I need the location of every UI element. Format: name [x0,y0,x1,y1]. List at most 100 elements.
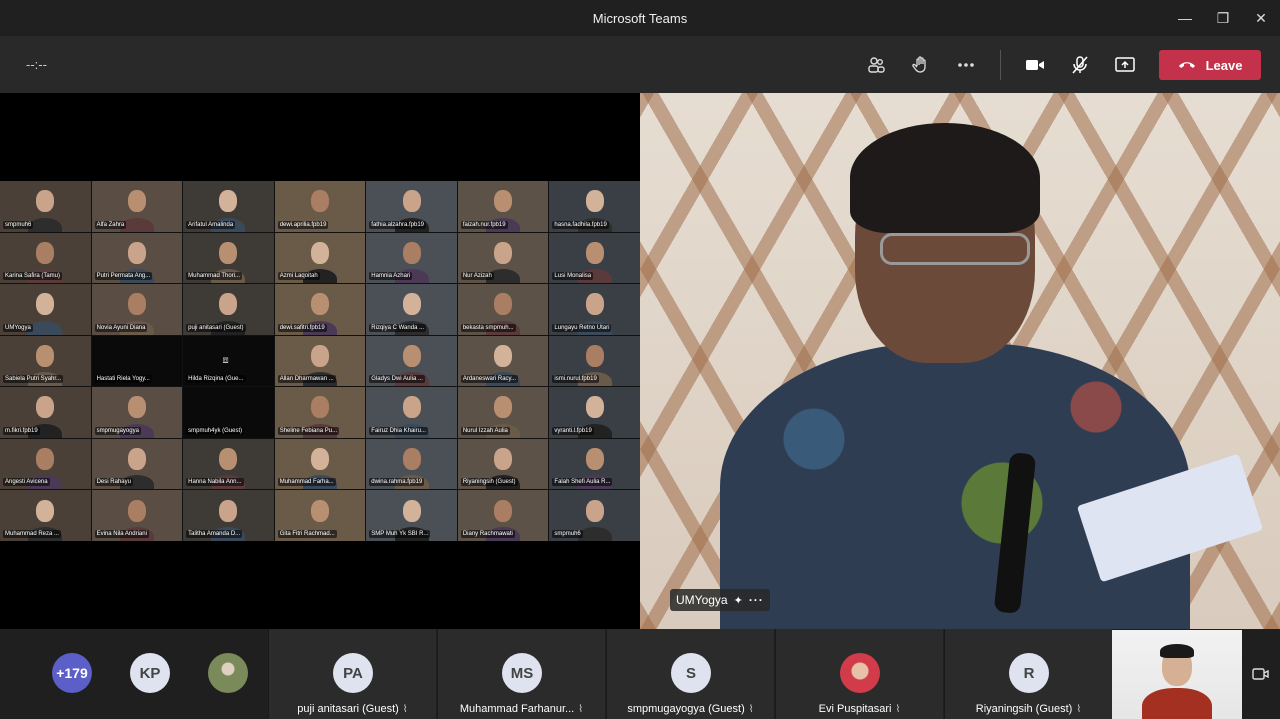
participant-face [402,344,421,367]
participant-tile[interactable]: Riyaningsih (Guest) [457,438,549,490]
share-screen-icon[interactable] [1110,50,1140,80]
participant-name: smpmugayogya [94,426,141,435]
leave-button[interactable]: Leave [1159,50,1261,80]
self-view-video[interactable] [1112,630,1242,719]
participant-grid: smpmuh6 Alfa Zahra Arifatul Amalinda dewi.a… [0,181,640,541]
participant-face [127,241,146,264]
camera-icon[interactable] [1020,50,1050,80]
participant-tile[interactable]: fathia.alzahra.fpb19 [366,181,457,232]
camera-switch-icon[interactable] [1246,659,1276,689]
participant-tile[interactable]: hasna.fadhila.fpb19 [549,181,640,232]
participant-name: Muhammad Farhanur... [459,703,575,715]
participant-tile[interactable]: Sheline Febiana Pu... [274,387,366,438]
participant-face [585,344,604,367]
roster-participant-tile[interactable]: Ssmpmugayogya (Guest) ⌇ [606,629,774,719]
participant-tile[interactable]: m.fikri.fpb19 [0,387,91,438]
more-participants-badge[interactable]: +179 [52,653,92,693]
speaker-video[interactable] [640,93,1280,629]
participant-tile[interactable]: Hanna Nabila Ann... [183,438,274,490]
participant-tile[interactable]: Evina Nila Andriani [91,490,183,541]
participant-name: fathia.alzahra.fpb19 [369,220,426,229]
participant-name: Lungayu Retno Utari [552,323,612,332]
participant-tile[interactable]: Azmi Laqoitah [274,232,366,284]
participant-face [585,241,604,264]
speaker-name-tag[interactable]: UMYogya ✦ ··· [670,589,770,611]
participant-name: Alfa Zahra [94,220,127,229]
participant-tile[interactable]: Fairuz Dhia Khairu... [366,387,457,438]
participant-tile[interactable]: Muhammad Farha... [274,438,366,490]
participant-tile[interactable]: puji anitasari (Guest) [183,284,274,335]
participant-tile[interactable]: Hastati Riela Yogy... [91,335,183,387]
participant-tile[interactable]: Novia Ayuni Diana [91,284,183,335]
roster-participant-tile[interactable]: Evi Puspitasari ⌇ [775,629,943,719]
participant-tile[interactable]: Lusi Monalisa [549,232,640,284]
participant-tile[interactable]: Falah Shefi Aulia R... [549,438,640,490]
participant-name: Evi Puspitasari [818,703,892,715]
raise-hand-icon[interactable] [906,50,936,80]
participant-name: smpmugayogya (Guest) [627,703,745,715]
mic-muted-icon[interactable] [1065,50,1095,80]
participant-tile[interactable]: Hamnia Azhari [366,232,457,284]
participant-tile[interactable]: Karina Safira (Tamu) [0,232,91,284]
participant-tile[interactable]: UMYogya [0,284,91,335]
roster-participant-tile[interactable]: R Riyaningsih (Guest) ⌇ [944,629,1112,719]
participant-tile[interactable]: faizah.nur.fpb19 [457,181,549,232]
participant-avatar: MS [502,653,542,693]
more-options-icon[interactable] [951,50,981,80]
participant-tile[interactable]: Muhammad Thori... [183,232,274,284]
participant-tile[interactable]: bekasta smpmuh... [457,284,549,335]
participant-tile[interactable]: Arifatul Amalinda [183,181,274,232]
participant-tile[interactable]: Nurul Izzah Aulia [457,387,549,438]
participant-avatar: R [1009,653,1049,693]
participant-tile[interactable]: Sabiela Putri Syahr... [0,335,91,387]
participant-tile[interactable]: smpmugayogya [91,387,183,438]
avatar-kp[interactable]: KP [130,653,170,693]
participant-tile[interactable]: dewi.safitri.fpb19 [274,284,366,335]
participant-tile[interactable]: Putri Permata Ang... [91,232,183,284]
participant-tile[interactable]: smpmuh4yk (Guest) [183,387,274,438]
participant-tile[interactable]: Allan Dharmawan ... [274,335,366,387]
restore-icon[interactable]: ❐ [1204,0,1242,36]
participant-tile[interactable]: Gladys Dwi Aulia ... [366,335,457,387]
participant-tile[interactable]: vyranti.l.fpb19 [549,387,640,438]
participants-icon[interactable] [861,50,891,80]
participant-tile[interactable]: ⧈ Hilda Rizqina (Gue... [183,335,274,387]
participant-name: Nur Azizah [460,272,494,281]
participant-tile[interactable]: smpmuh6 [549,490,640,541]
participant-tile[interactable]: Diany Rachmawati [457,490,549,541]
participant-tile[interactable]: dwina.rahma.fpb19 [366,438,457,490]
participant-tile[interactable]: Lungayu Retno Utari [549,284,640,335]
participant-tile[interactable]: Desi Rahayu [91,438,183,490]
participant-tile[interactable]: smpmuh6 [0,181,91,232]
participant-face [402,447,421,470]
avatar-photo[interactable] [208,653,248,693]
participant-tile[interactable]: Ardaneswari Racy... [457,335,549,387]
roster-overflow-zone: +179 KP [0,629,268,719]
participant-tile[interactable]: Nur Azizah [457,232,549,284]
mic-muted-icon: ⌇ [1076,704,1082,715]
participant-name: hasna.fadhila.fpb19 [552,220,609,229]
pin-icon: ✦ [733,594,743,607]
participant-tile[interactable]: Muhammad Reza ... [0,490,91,541]
participant-tile[interactable]: SMP Muh Yk SBI R... [366,490,457,541]
participant-name: bekasta smpmuh... [460,323,516,332]
participant-tile[interactable]: ismi.nurul.fpb19 [549,335,640,387]
participant-tile[interactable]: Talitha Amanda D... [183,490,274,541]
more-options-icon[interactable]: ··· [749,593,764,607]
participant-tile[interactable]: Gita Fitri Rachmad... [274,490,366,541]
participant-name: Diany Rachmawati [460,530,515,538]
participant-tile[interactable]: Angesti Avicena [0,438,91,490]
participant-tile[interactable]: Alfa Zahra [91,181,183,232]
close-icon[interactable]: ✕ [1242,0,1280,36]
roster-participant-tile[interactable]: PA puji anitasari (Guest) ⌇ [268,629,436,719]
participant-tile[interactable]: Rizqiya C Wanda ... [366,284,457,335]
roster-participant-tile[interactable]: MS Muhammad Farhanur... ⌇ [437,629,605,719]
participant-name: Lusi Monalisa [552,272,594,281]
participant-face [494,190,513,213]
participant-face [310,190,329,213]
participant-tile[interactable]: dewi.aprilia.fpb19 [274,181,366,232]
participant-name: Evina Nila Andriani [94,530,149,538]
minimize-icon[interactable]: — [1166,0,1204,36]
leave-label: Leave [1205,57,1243,73]
participant-name: Azmi Laqoitah [277,272,320,281]
